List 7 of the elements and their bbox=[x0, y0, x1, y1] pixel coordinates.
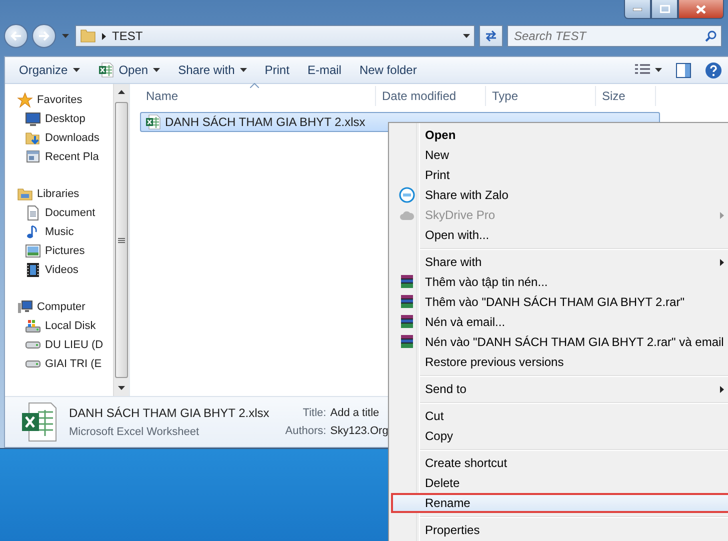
property-label: Authors: bbox=[285, 425, 326, 437]
property-value: Sky123.Org bbox=[330, 425, 388, 437]
address-path: TEST bbox=[112, 29, 144, 43]
details-file-type: Microsoft Excel Worksheet bbox=[69, 426, 200, 438]
details-file-name: DANH SÁCH THAM GIA BHYT 2.xlsx bbox=[69, 406, 270, 420]
property-label: Title: bbox=[302, 407, 326, 419]
file-name: DANH SÁCH THAM GIA BHYT 2.xlsx bbox=[165, 115, 366, 129]
